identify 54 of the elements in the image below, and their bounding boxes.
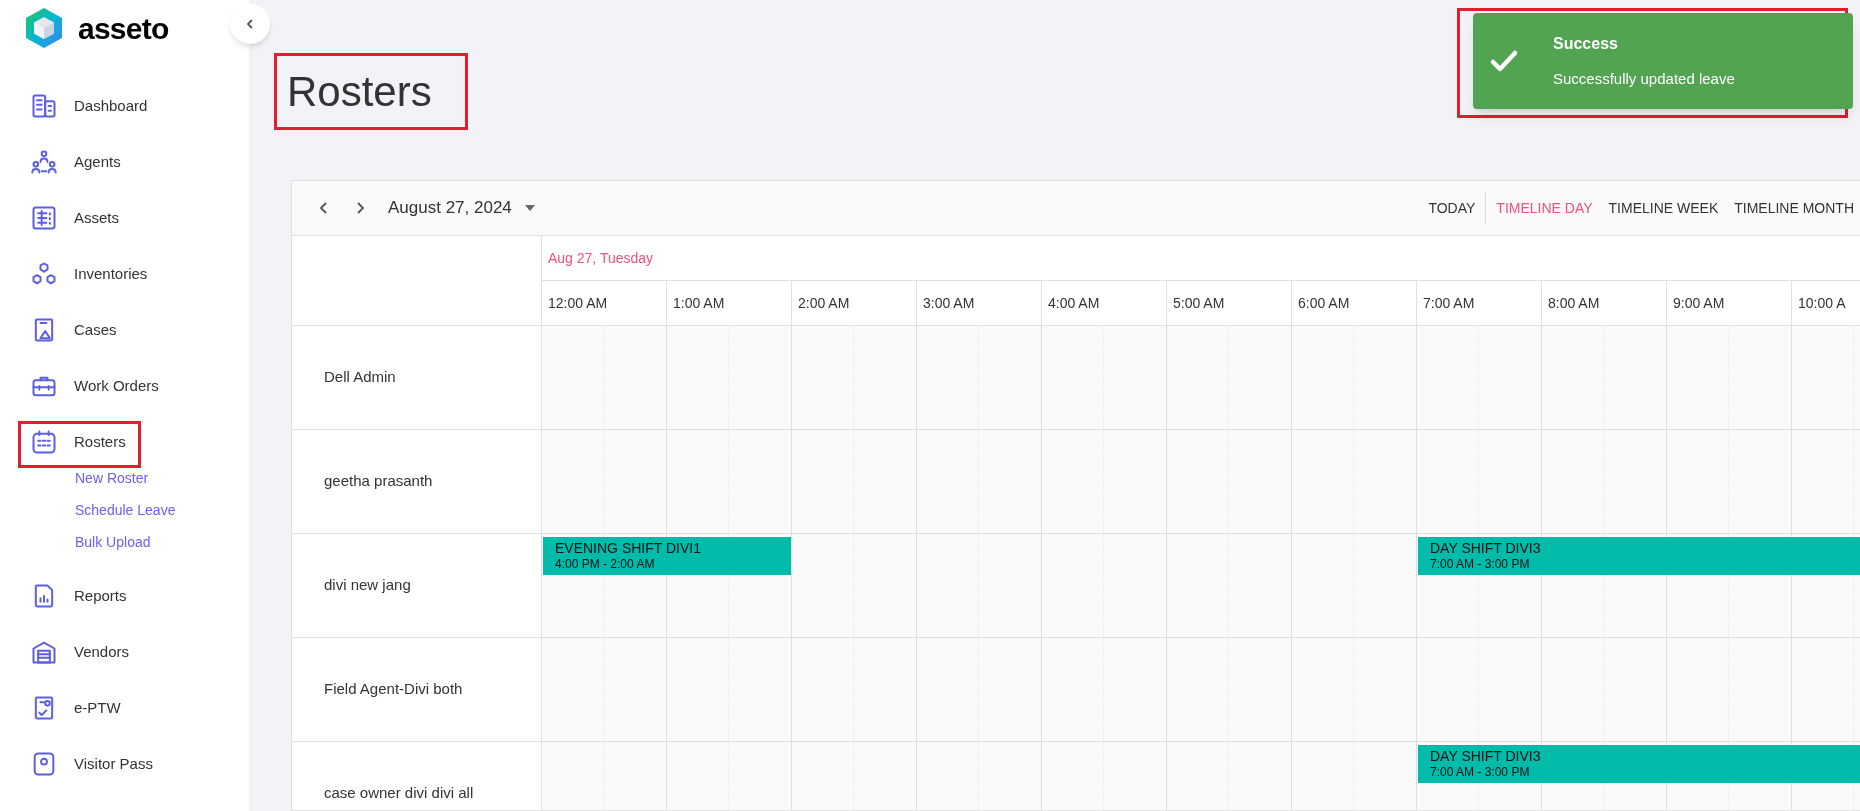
nav-link[interactable]: Visitor Pass [74, 752, 153, 776]
shift-event[interactable]: EVENING SHIFT DIVI1 4:00 PM - 2:00 AM [543, 537, 791, 575]
shift-event[interactable]: DAY SHIFT DIVI3 7:00 AM - 3:00 PM [1418, 537, 1860, 575]
view-tab[interactable]: TODAY [1420, 192, 1484, 224]
time-label: 4:00 AM [1048, 293, 1100, 313]
people-icon [30, 148, 58, 176]
event-title: EVENING SHIFT DIVI1 [555, 540, 702, 557]
nav-link[interactable]: Dashboard [74, 94, 148, 118]
grid-board-icon [30, 204, 58, 232]
time-label: 8:00 AM [1548, 293, 1600, 313]
event-time: 7:00 AM - 3:00 PM [1430, 765, 1531, 780]
nav-link[interactable]: Cases [74, 318, 117, 342]
page-title: Rosters [287, 67, 432, 117]
time-label: 3:00 AM [923, 293, 975, 313]
nav-link[interactable]: Reports [74, 584, 127, 608]
event-time: 4:00 PM - 2:00 AM [555, 557, 656, 572]
resource-name: Dell Admin [324, 367, 396, 388]
time-label: 2:00 AM [798, 293, 850, 313]
resource-name: Field Agent-Divi both [324, 679, 463, 700]
resource-name: geetha prasanth [324, 471, 433, 492]
event-title: DAY SHIFT DIVI3 [1430, 748, 1542, 765]
nav-link[interactable]: Assets [74, 206, 119, 230]
brand-name: asseto [78, 10, 169, 47]
toast-message: Successfully updated leave [1553, 68, 1735, 89]
event-time: 7:00 AM - 3:00 PM [1430, 557, 1531, 572]
shift-event[interactable]: DAY SHIFT DIVI3 7:00 AM - 3:00 PM [1418, 745, 1860, 783]
view-tab[interactable]: TIMELINE WEEK [1600, 192, 1727, 224]
nav-link[interactable]: Inventories [74, 262, 148, 286]
caret-icon [523, 204, 536, 212]
nav-link[interactable]: Work Orders [74, 374, 159, 398]
time-label: 9:00 AM [1673, 293, 1725, 313]
toast-title: Success [1553, 33, 1619, 54]
resource-name: case owner divi divi all [324, 783, 474, 804]
date-picker-button[interactable]: August 27, 2024 [388, 195, 536, 221]
date-header: Aug 27, Tuesday [548, 248, 654, 268]
nav-link[interactable]: Agents [74, 150, 121, 174]
building-icon [30, 92, 58, 120]
time-label: 1:00 AM [673, 293, 725, 313]
view-tab[interactable]: TIMELINE MONTH [1726, 192, 1860, 224]
resource-name: divi new jang [324, 575, 411, 596]
nav-link[interactable]: e-PTW [74, 696, 121, 720]
calendar-icon [30, 428, 58, 456]
time-label: 12:00 AM [548, 293, 608, 313]
nav-link[interactable]: Rosters [74, 430, 126, 454]
event-title: DAY SHIFT DIVI3 [1430, 540, 1542, 557]
submenu-link[interactable]: New Roster [75, 462, 249, 494]
submenu-link[interactable]: Schedule Leave [75, 494, 249, 526]
time-label: 10:00 A [1798, 293, 1846, 313]
time-label: 6:00 AM [1298, 293, 1350, 313]
time-label: 7:00 AM [1423, 293, 1475, 313]
submenu-link[interactable]: Bulk Upload [75, 526, 249, 558]
nav-link[interactable]: Vendors [74, 640, 130, 664]
time-label: 5:00 AM [1173, 293, 1225, 313]
chevron-left-icon [244, 18, 256, 30]
